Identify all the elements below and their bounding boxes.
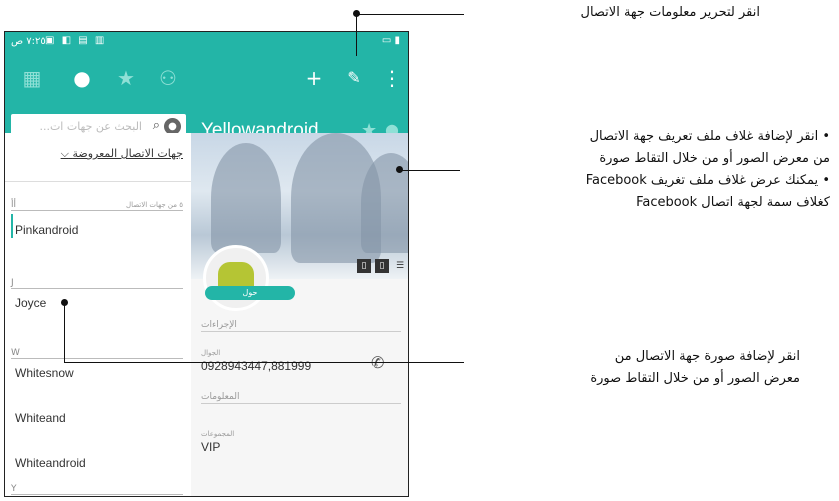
- annotation-cover-1a: • انقر لإضافة غلاف ملف تعريف جهة الاتصال: [589, 129, 830, 144]
- search-placeholder: البحث عن جهات ات...: [39, 120, 142, 133]
- annotation-text: يمكنك عرض غلاف ملف تغريف Facebook: [585, 173, 819, 188]
- filter-row[interactable]: جهات الاتصال المعروضة ⌵: [5, 133, 191, 182]
- avatar[interactable]: [203, 245, 269, 311]
- person-icon[interactable]: ●: [69, 65, 95, 91]
- list-item[interactable]: Whiteandroid: [15, 456, 86, 470]
- contacts-list: جهات الاتصال المعروضة ⌵ أأ ٥ من جهات الا…: [5, 133, 192, 496]
- annotation-text: انقر لإضافة غلاف ملف تعريف جهة الاتصال: [589, 129, 819, 144]
- callout-line: [356, 14, 464, 15]
- cover-tree: [211, 143, 281, 253]
- callout-line: [64, 302, 65, 362]
- list-item[interactable]: Whitesnow: [15, 366, 74, 380]
- group-icon[interactable]: ⚇: [155, 65, 181, 91]
- actions-heading-text: الإجراءات: [201, 320, 237, 330]
- contacts-count: ٥ من جهات الاتصال: [126, 201, 183, 209]
- section-header: أأ ٥ من جهات الاتصال: [11, 196, 183, 211]
- groups-label: المجموعات: [201, 430, 235, 438]
- status-bar: ٧:٢٥ ص ▣ ◧ ▤ ▥ ▭ ▮: [5, 32, 408, 52]
- annotation-photo-a: انقر لإضافة صورة جهة الاتصال من: [614, 349, 800, 364]
- star-icon[interactable]: ★: [113, 65, 139, 91]
- callout-dot: [396, 166, 403, 173]
- annotation-cover-2a: • يمكنك عرض غلاف ملف تغريف Facebook: [585, 173, 830, 188]
- callout-line: [400, 170, 460, 171]
- info-heading: المعلومات: [201, 389, 401, 404]
- section-header: Y: [11, 480, 183, 495]
- scroll-indicator: [11, 214, 13, 238]
- toolbar: ▦ ● ★ ⚇ + ✎ ⋮: [5, 52, 408, 104]
- actions-heading: الإجراءات: [201, 317, 401, 332]
- annotation-cover: • انقر لإضافة غلاف ملف تعريف جهة الاتصال…: [430, 126, 830, 214]
- section-letter: أأ: [11, 200, 17, 210]
- plus-icon[interactable]: +: [301, 65, 327, 91]
- list-item[interactable]: Whiteand: [15, 411, 66, 425]
- status-time: ٧:٢٥ ص: [11, 36, 46, 47]
- battery-icon: ▭ ▮: [381, 35, 400, 46]
- chevron-down-icon: ⌵: [60, 147, 69, 160]
- annotation-edit: انقر لتحرير معلومات جهة الاتصال: [580, 5, 761, 20]
- filter-label: جهات الاتصال المعروضة ⌵: [61, 147, 183, 161]
- groups-value: VIP: [201, 440, 221, 454]
- overflow-menu-icon[interactable]: ⋮: [379, 65, 405, 91]
- list-item[interactable]: Joyce: [15, 296, 46, 310]
- annotation-photo: انقر لإضافة صورة جهة الاتصال من معرض الص…: [430, 346, 800, 390]
- annotation-cover-2b: كغلاف سمة لجهة اتصال Facebook: [636, 195, 830, 210]
- annotation-cover-1b: من معرض الصور أو من خلال التقاط صورة: [599, 151, 830, 166]
- annotation-photo-b: معرض الصور أو من خلال التقاط صورة: [590, 371, 800, 386]
- cover-camera-icon[interactable]: ▯: [375, 259, 389, 273]
- list-item[interactable]: Pinkandroid: [15, 223, 78, 237]
- callout-line: [64, 362, 464, 363]
- edit-pencil-icon[interactable]: ✎: [341, 65, 367, 91]
- status-icons: ▣ ◧ ▤ ▥: [45, 35, 107, 46]
- search-icon: ⌕: [152, 118, 160, 133]
- section-header: W: [11, 344, 183, 359]
- info-heading-text: المعلومات: [201, 392, 240, 402]
- section-letter: J: [11, 278, 14, 288]
- callout-line: [356, 14, 357, 56]
- contact-details: ▯ ▯ ☰ حول الإجراءات الجوال 0928943447,88…: [191, 133, 408, 496]
- grid-icon[interactable]: ▦: [19, 65, 45, 91]
- filter-label-text: جهات الاتصال المعروضة: [72, 147, 183, 160]
- callout-dot: [353, 10, 360, 17]
- section-header: J: [11, 274, 183, 289]
- cover-gallery-icon[interactable]: ▯: [357, 259, 371, 273]
- section-letter: W: [11, 348, 20, 358]
- phone-label: الجوال: [201, 349, 221, 357]
- cover-menu-icon[interactable]: ☰: [393, 259, 407, 273]
- phone-screen: ٧:٢٥ ص ▣ ◧ ▤ ▥ ▭ ▮ ▦ ● ★ ⚇ + ✎ ⋮ البحث ع…: [4, 31, 409, 497]
- section-letter: Y: [11, 484, 17, 494]
- tab-about[interactable]: حول: [205, 286, 295, 300]
